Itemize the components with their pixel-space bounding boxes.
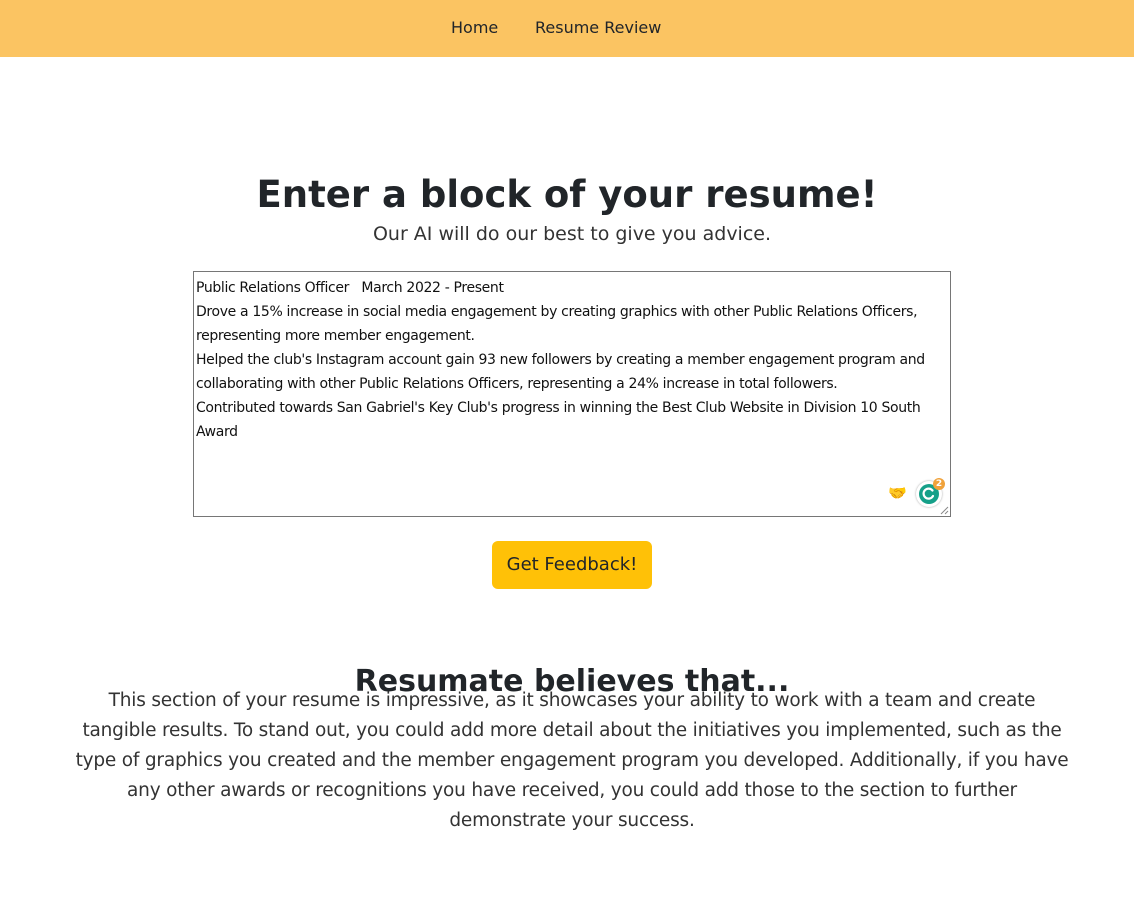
- top-navbar: Home Resume Review: [0, 0, 1134, 57]
- page-title: Enter a block of your resume!: [256, 173, 878, 216]
- resume-input-container: Public Relations Officer March 2022 - Pr…: [193, 271, 951, 517]
- assistant-badge: 2: [933, 478, 945, 490]
- resize-grip-icon[interactable]: [939, 505, 949, 515]
- handshake-icon[interactable]: 🤝: [888, 484, 910, 502]
- page-subtitle: Our AI will do our best to give you advi…: [372, 223, 772, 245]
- grammar-assistant-icon[interactable]: 2: [916, 478, 945, 507]
- resume-input[interactable]: Public Relations Officer March 2022 - Pr…: [194, 272, 950, 516]
- nav-link-home[interactable]: Home: [451, 17, 498, 39]
- feedback-text: This section of your resume is impressiv…: [75, 690, 1069, 831]
- nav-link-resume-review[interactable]: Resume Review: [535, 17, 661, 39]
- get-feedback-button[interactable]: Get Feedback!: [492, 541, 652, 589]
